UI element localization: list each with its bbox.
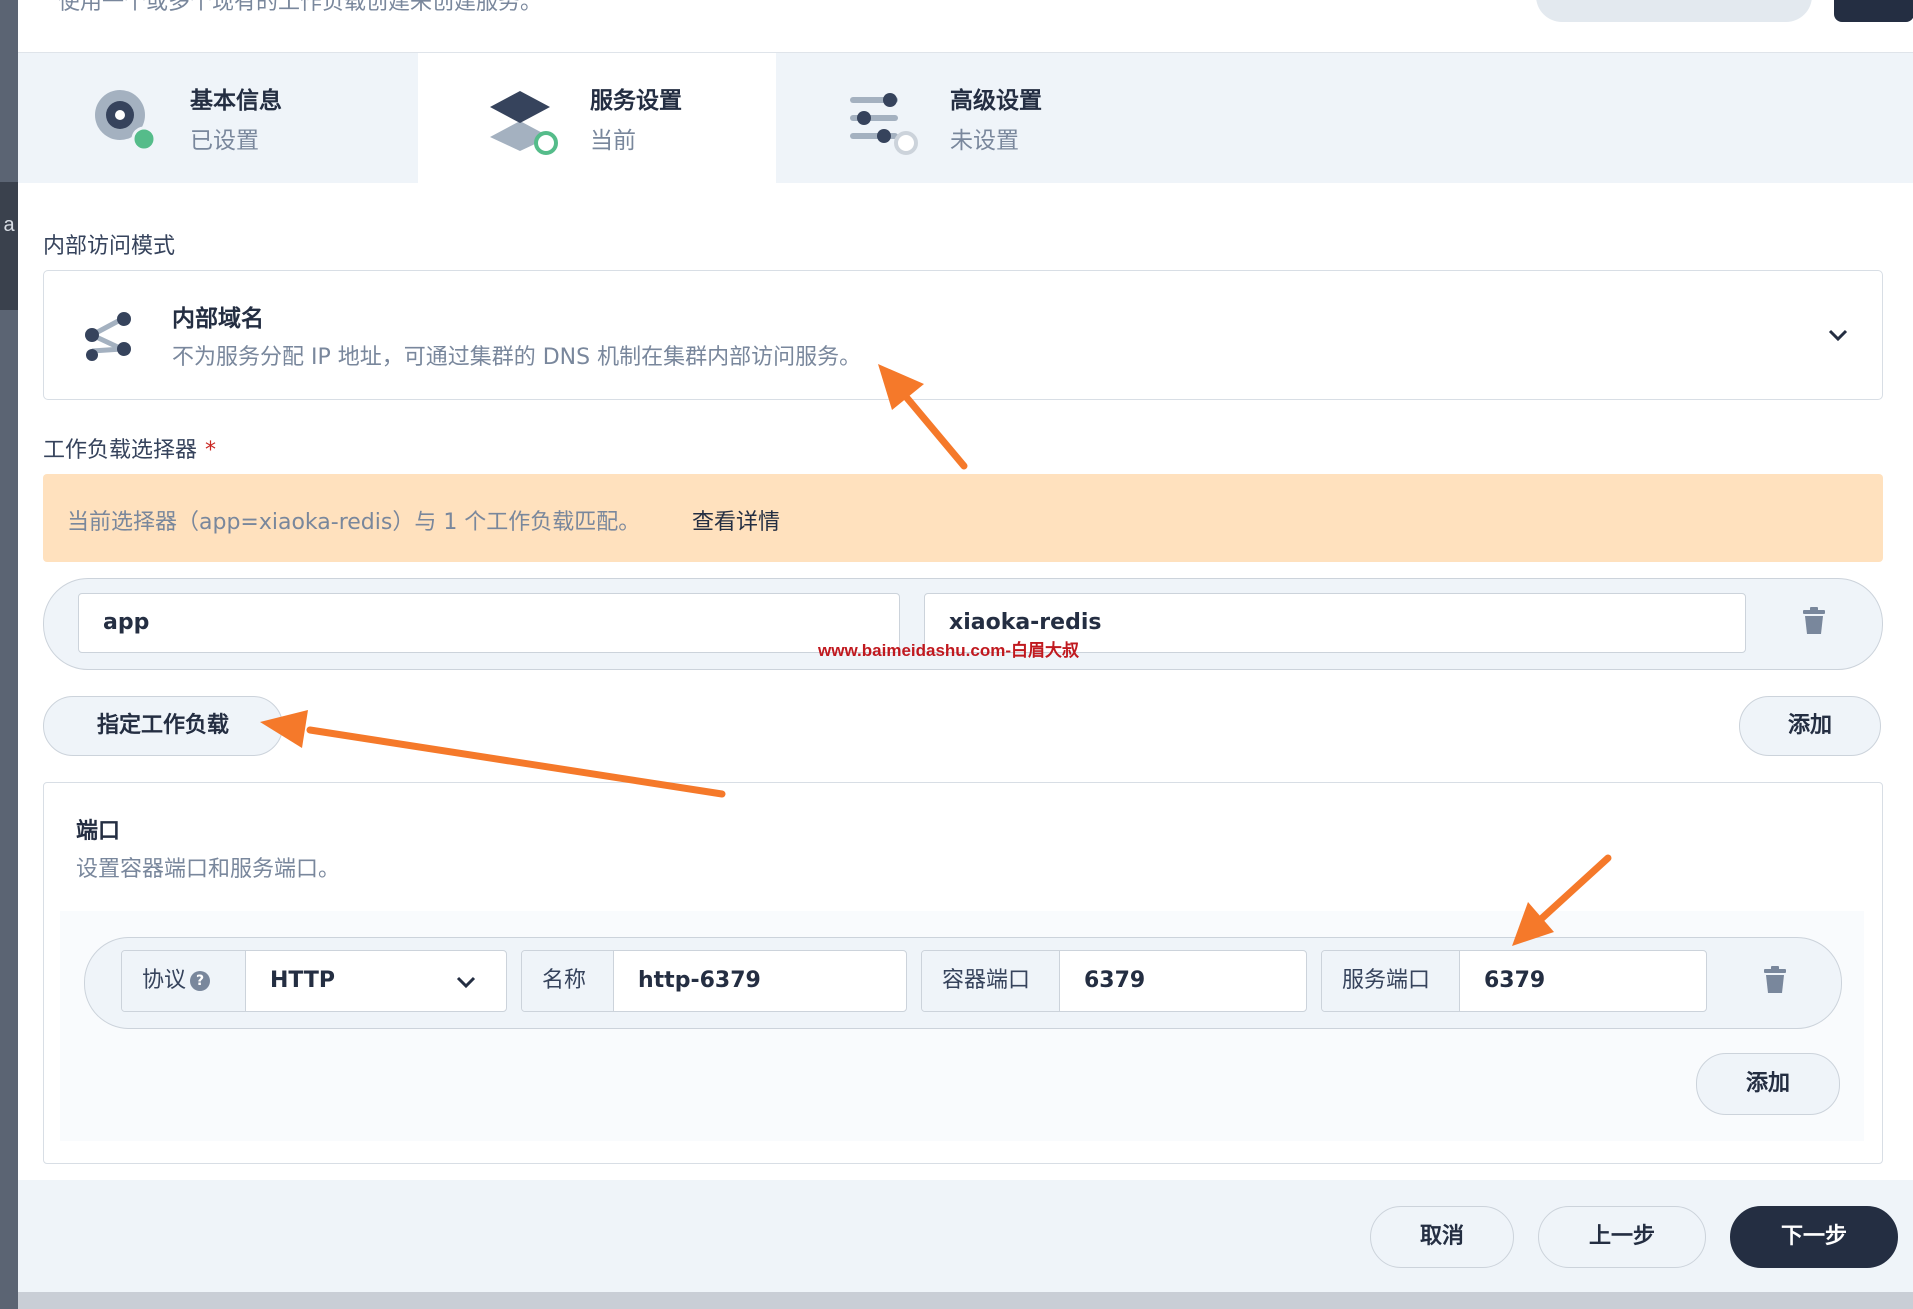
container-port-label: 容器端口 (922, 951, 1060, 1011)
chevron-down-icon (456, 976, 476, 989)
header-search-pill[interactable] (1536, 0, 1812, 22)
service-port-field[interactable]: 服务端口 6379 (1321, 950, 1707, 1012)
background-sidebar: a (0, 0, 18, 1309)
workload-selector-label: 工作负载选择器 * (43, 432, 216, 464)
step-service-settings[interactable]: 服务设置 当前 (418, 53, 776, 183)
step-title: 高级设置 (950, 88, 1042, 114)
step-status: 当前 (590, 128, 636, 154)
next-button[interactable]: 下一步 (1730, 1206, 1898, 1268)
workload-selector-label-text: 工作负载选择器 (43, 438, 198, 463)
port-name-value: http-6379 (638, 968, 761, 993)
previous-button[interactable]: 上一步 (1538, 1206, 1706, 1268)
specify-workload-button[interactable]: 指定工作负载 (43, 696, 283, 756)
step-title: 服务设置 (590, 88, 682, 114)
chevron-down-icon (1828, 329, 1848, 342)
gear-dot-icon (95, 90, 157, 152)
port-row: 协议? HTTP 名称 http-6379 容器端口 6379 服务端口 637… (84, 937, 1842, 1029)
step-advanced-settings[interactable]: 高级设置 未设置 (778, 53, 1136, 183)
step-status: 未设置 (950, 128, 1019, 154)
step-basic-info[interactable]: 基本信息 已设置 (18, 53, 376, 183)
protocol-select[interactable]: 协议? HTTP (121, 950, 507, 1012)
step-title: 基本信息 (190, 88, 282, 114)
access-mode-select[interactable]: 内部域名 不为服务分配 IP 地址，可通过集群的 DNS 机制在集群内部访问服务… (43, 270, 1883, 400)
required-mark: * (205, 438, 217, 463)
selector-key-input[interactable]: app (78, 593, 900, 653)
ports-title: 端口 (76, 819, 121, 844)
container-port-field[interactable]: 容器端口 6379 (921, 950, 1307, 1012)
protocol-label: 协议? (122, 951, 246, 1011)
ports-section: 端口 设置容器端口和服务端口。 协议? HTTP 名称 http-6379 容器… (43, 782, 1883, 1164)
port-name-field[interactable]: 名称 http-6379 (521, 950, 907, 1012)
view-details-link[interactable]: 查看详情 (692, 504, 780, 536)
ports-description: 设置容器端口和服务端口。 (76, 857, 341, 882)
access-mode-description: 不为服务分配 IP 地址，可通过集群的 DNS 机制在集群内部访问服务。 (172, 345, 862, 370)
ports-list: 协议? HTTP 名称 http-6379 容器端口 6379 服务端口 637… (60, 911, 1864, 1141)
dialog-footer: 取消 上一步 下一步 (18, 1180, 1913, 1292)
access-mode-title: 内部域名 (172, 306, 264, 332)
selector-match-banner: 当前选择器（app=xiaoka-redis）与 1 个工作负载匹配。 查看详情 (43, 474, 1883, 562)
step-tabs: 基本信息 已设置 服务设置 当前 高级设置 未设置 (18, 53, 1913, 183)
background-sidebar-letter: a (3, 214, 15, 236)
service-port-value: 6379 (1484, 968, 1546, 993)
add-port-button[interactable]: 添加 (1696, 1053, 1840, 1115)
watermark: www.baimeidashu.com-白眉大叔 (818, 641, 1080, 660)
add-selector-button[interactable]: 添加 (1739, 696, 1881, 756)
header-close-button[interactable] (1834, 0, 1913, 22)
dialog-description: 使用一个或多个现有的工作负载创建来创建服务。 (58, 0, 543, 14)
port-name-label: 名称 (522, 951, 614, 1011)
selector-key-value: app (103, 610, 150, 635)
selector-value-value: xiaoka-redis (949, 610, 1102, 635)
layers-icon (490, 91, 558, 155)
share-nodes-icon (85, 312, 131, 361)
help-icon[interactable]: ? (190, 971, 211, 991)
container-port-value: 6379 (1084, 968, 1146, 993)
banner-text: 当前选择器（app=xiaoka-redis）与 1 个工作负载匹配。 (67, 510, 641, 535)
step-status: 已设置 (190, 128, 259, 154)
cancel-button[interactable]: 取消 (1370, 1206, 1514, 1268)
trash-icon[interactable] (1763, 966, 1787, 994)
trash-icon[interactable] (1802, 607, 1826, 635)
background-sidebar-active-item (0, 182, 18, 310)
protocol-value: HTTP (270, 968, 336, 993)
protocol-label-text: 协议 (142, 968, 187, 993)
service-port-label: 服务端口 (1322, 951, 1460, 1011)
create-service-dialog: 使用一个或多个现有的工作负载创建来创建服务。 基本信息 已设置 服务设置 当前 (18, 0, 1913, 1292)
access-mode-label: 内部访问模式 (43, 234, 176, 259)
sliders-icon (850, 93, 918, 155)
